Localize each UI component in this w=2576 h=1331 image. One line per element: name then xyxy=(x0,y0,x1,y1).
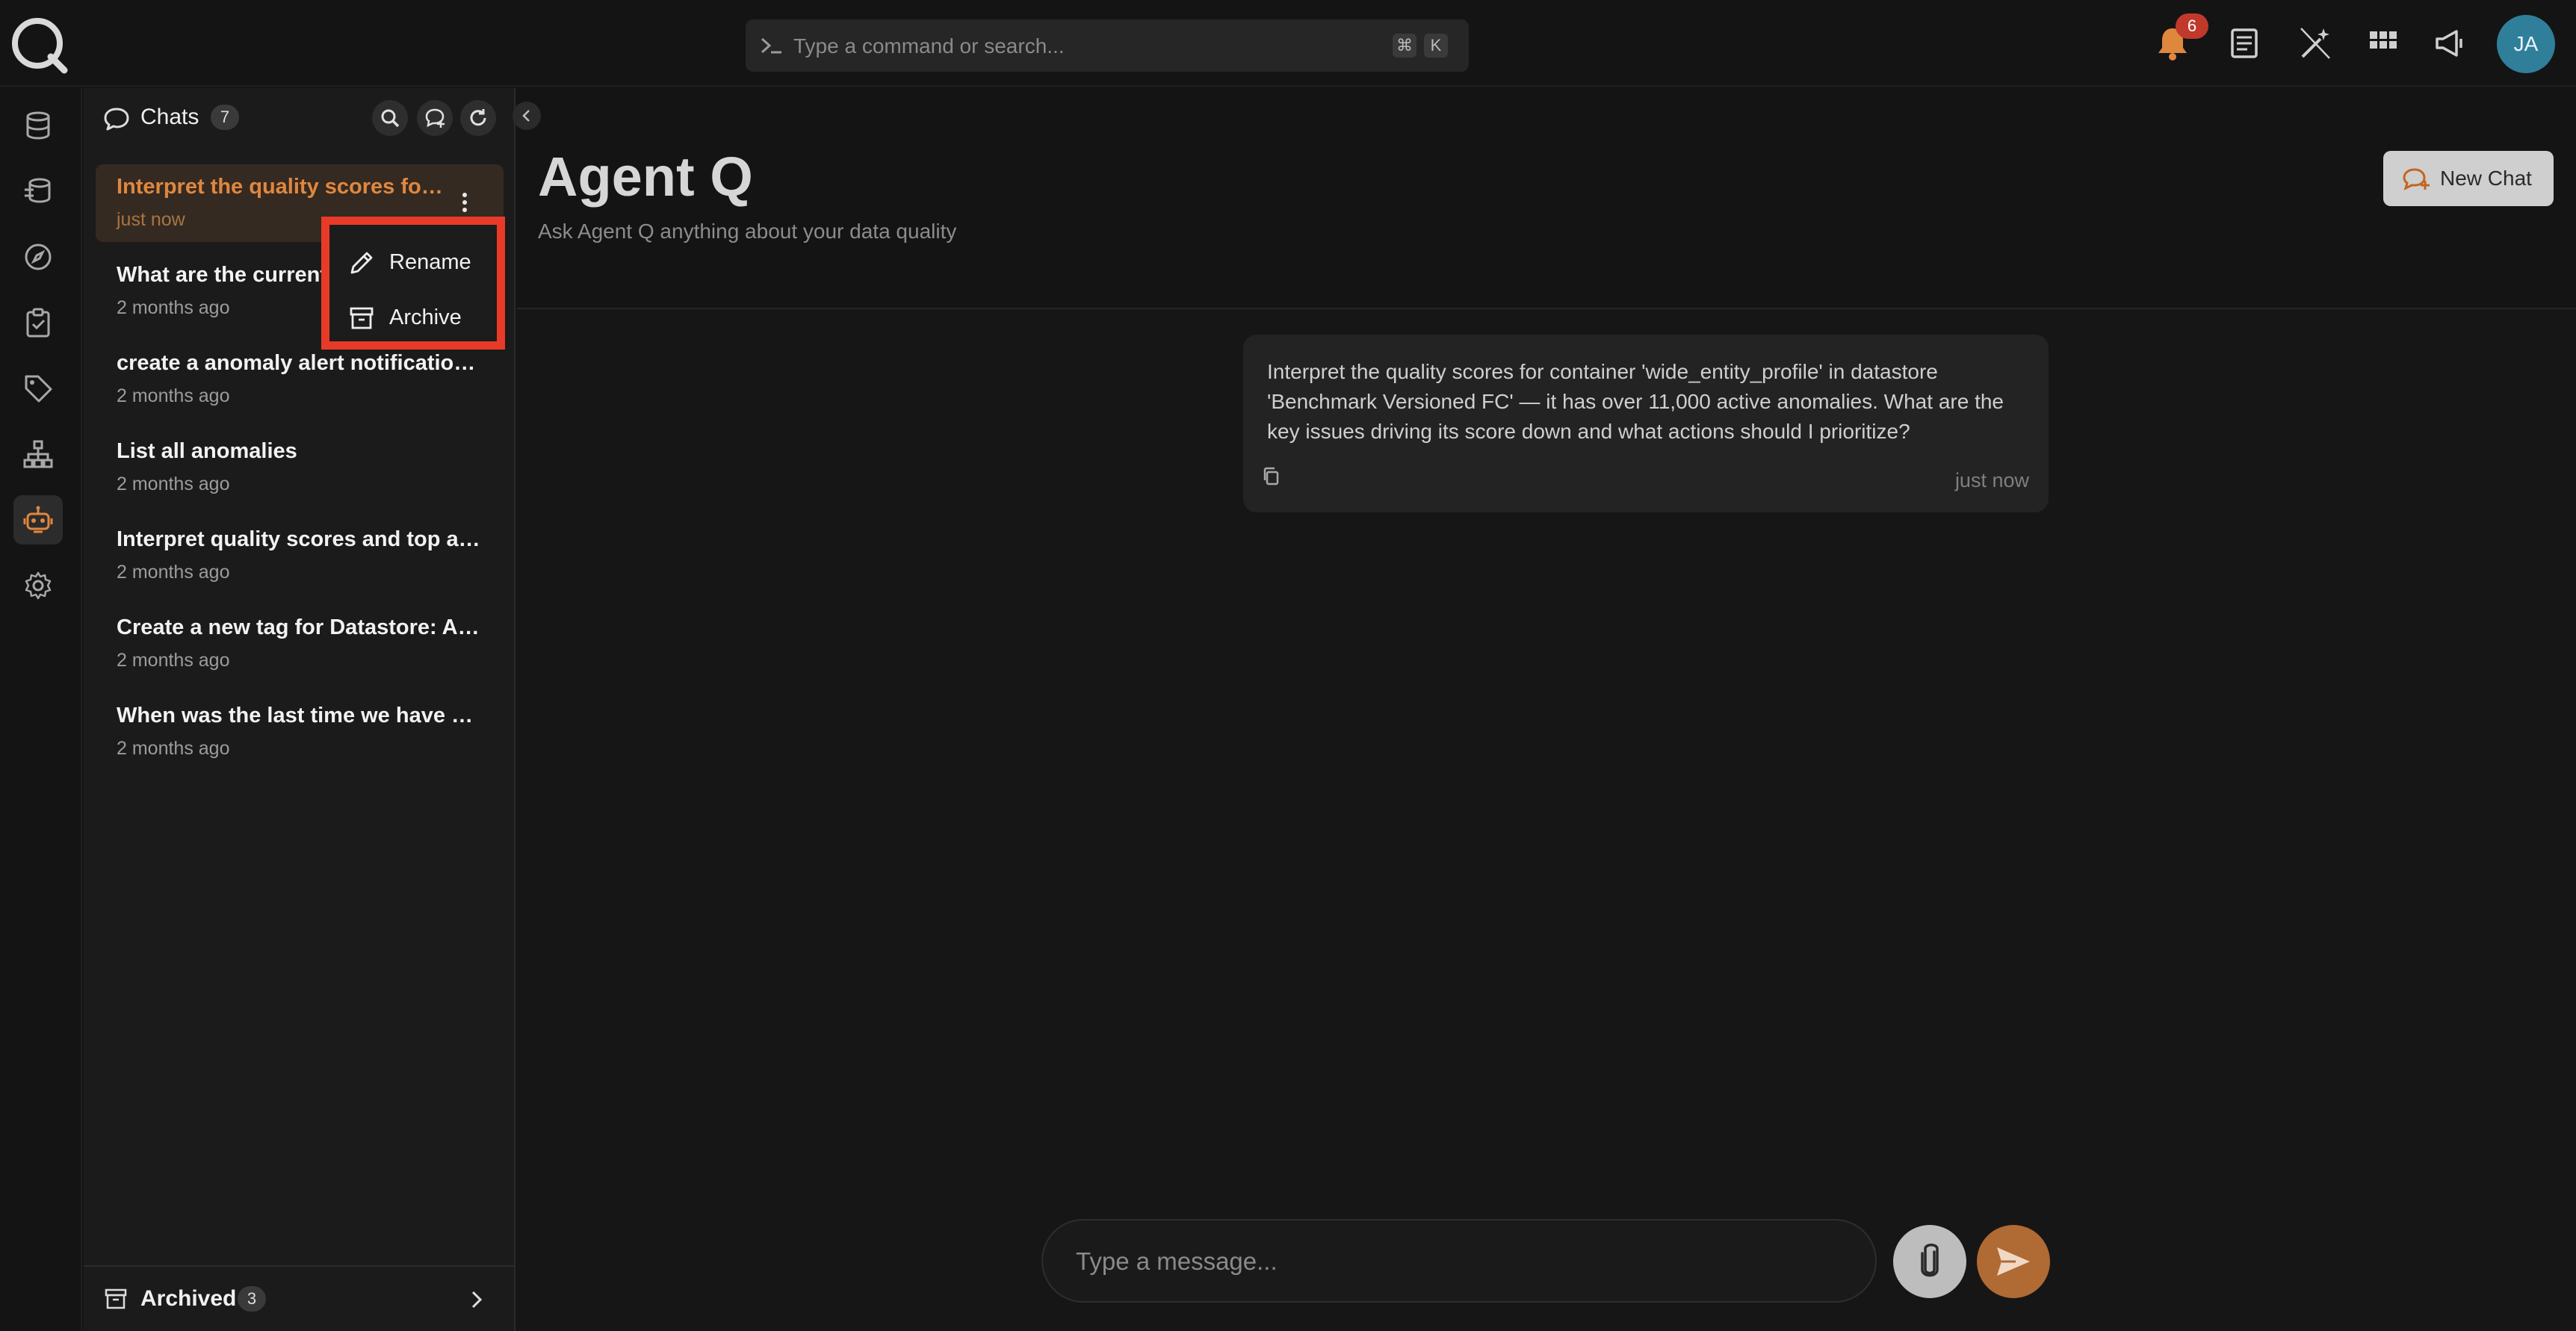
shortcut-key-k: K xyxy=(1424,34,1448,58)
app-logo[interactable] xyxy=(7,13,70,76)
tag-icon xyxy=(25,375,52,403)
chats-title: Chats xyxy=(140,105,199,129)
message-input[interactable]: Type a message... xyxy=(1041,1219,1877,1303)
chevron-right-icon xyxy=(471,1291,483,1309)
gear-icon xyxy=(25,571,52,600)
chat-title: When was the last time we have an anomal… xyxy=(117,704,483,727)
notification-count-badge: 6 xyxy=(2176,13,2208,39)
top-bar: Type a command or search... ⌘ K 6 JA xyxy=(0,0,2576,87)
new-chat-icon-button[interactable] xyxy=(417,100,453,136)
chat-list-item[interactable]: Create a new tag for Datastore: Analytic… xyxy=(96,605,504,683)
nav-tags[interactable] xyxy=(13,364,63,413)
new-chat-label: New Chat xyxy=(2440,167,2532,190)
chat-time: just now xyxy=(117,209,185,230)
chat-list-item[interactable]: List all anomalies 2 months ago xyxy=(96,429,504,506)
chat-list-item[interactable]: When was the last time we have an anomal… xyxy=(96,693,504,771)
left-nav-rail xyxy=(0,88,82,1331)
paperclip-icon xyxy=(1921,1244,1939,1277)
copy-message-button[interactable] xyxy=(1261,466,1282,487)
docs-button[interactable] xyxy=(2222,19,2267,67)
user-message-bubble: Interpret the quality scores for contain… xyxy=(1243,335,2049,512)
message-placeholder: Type a message... xyxy=(1076,1247,1278,1275)
chat-add-icon xyxy=(2403,168,2430,190)
send-message-button[interactable] xyxy=(1977,1225,2050,1298)
chat-context-menu: Rename Archive xyxy=(321,217,505,350)
database-icon xyxy=(26,111,50,140)
chat-title: List all anomalies xyxy=(117,439,297,463)
refresh-chats-button[interactable] xyxy=(460,100,496,136)
archive-label: Archive xyxy=(389,305,462,329)
page-header: Agent Q Ask Agent Q anything about your … xyxy=(517,88,2576,309)
nav-checks[interactable] xyxy=(13,298,63,347)
shortcut-key-cmd: ⌘ xyxy=(1393,34,1417,58)
message-text: Interpret the quality scores for contain… xyxy=(1267,360,2004,443)
message-time: just now xyxy=(1954,469,2029,491)
chat-time: 2 months ago xyxy=(117,297,230,318)
chats-header: Chats 7 xyxy=(84,88,515,148)
megaphone-icon xyxy=(2436,30,2462,57)
chat-list-item[interactable]: create a anomaly alert notification for … xyxy=(96,341,504,418)
archived-count-badge: 3 xyxy=(238,1286,266,1312)
command-search-bar[interactable]: Type a command or search... ⌘ K xyxy=(746,19,1469,72)
chat-time: 2 months ago xyxy=(117,650,230,671)
announcements-button[interactable] xyxy=(2428,19,2473,67)
page-title: Agent Q xyxy=(538,146,753,208)
chat-title: create a anomaly alert notification for … xyxy=(117,351,483,375)
rename-label: Rename xyxy=(389,250,471,274)
rename-menu-item[interactable]: Rename xyxy=(329,235,497,289)
nav-datastores[interactable] xyxy=(13,167,63,216)
archive-box-icon xyxy=(105,1288,127,1309)
search-chats-button[interactable] xyxy=(372,100,408,136)
clipboard-check-icon xyxy=(26,308,50,338)
attach-file-button[interactable] xyxy=(1893,1225,1966,1298)
more-vertical-icon xyxy=(462,193,467,212)
magic-button[interactable] xyxy=(2292,19,2337,67)
nav-agent-q[interactable] xyxy=(13,495,63,544)
chat-title: Create a new tag for Datastore: Analytic… xyxy=(117,615,483,639)
collapse-chats-button[interactable] xyxy=(513,102,541,130)
refresh-icon xyxy=(470,109,486,126)
archived-label: Archived xyxy=(140,1286,237,1311)
chats-count-badge: 7 xyxy=(211,105,239,130)
chat-bubble-icon xyxy=(104,108,129,131)
chat-time: 2 months ago xyxy=(117,562,230,583)
chat-title: Interpret quality scores and top anomali… xyxy=(117,527,483,551)
send-icon xyxy=(1997,1247,2030,1276)
nav-flows[interactable] xyxy=(13,429,63,479)
nav-settings[interactable] xyxy=(13,561,63,610)
magic-wand-icon xyxy=(2300,28,2330,59)
pencil-icon xyxy=(350,252,373,274)
archive-menu-item[interactable]: Archive xyxy=(329,291,497,344)
compass-icon xyxy=(25,243,52,270)
archive-box-icon xyxy=(350,307,374,329)
nav-explore[interactable] xyxy=(13,232,63,282)
user-avatar[interactable]: JA xyxy=(2497,15,2555,73)
chat-title: Interpret the quality scores for contain… xyxy=(117,175,445,199)
search-placeholder: Type a command or search... xyxy=(793,34,1065,58)
archived-chats-toggle[interactable]: Archived 3 xyxy=(84,1265,515,1331)
page-subtitle: Ask Agent Q anything about your data qua… xyxy=(538,220,957,243)
main-content: Agent Q Ask Agent Q anything about your … xyxy=(517,88,2576,1331)
chevron-left-icon xyxy=(522,110,530,122)
hierarchy-icon xyxy=(23,440,53,468)
robot-icon xyxy=(23,506,53,533)
nav-sources[interactable] xyxy=(13,101,63,150)
new-chat-button[interactable]: New Chat xyxy=(2383,151,2554,206)
apps-button[interactable] xyxy=(2361,19,2406,67)
search-icon xyxy=(381,109,400,128)
chat-time: 2 months ago xyxy=(117,385,230,406)
chat-options-button[interactable] xyxy=(451,188,478,218)
chat-add-icon xyxy=(425,108,445,128)
copy-icon xyxy=(1263,467,1279,485)
grid-icon xyxy=(2370,31,2397,49)
chat-time: 2 months ago xyxy=(117,738,230,759)
datastore-stack-icon xyxy=(25,178,51,203)
chat-list-item[interactable]: Interpret quality scores and top anomali… xyxy=(96,517,504,595)
terminal-icon xyxy=(759,34,784,57)
document-icon xyxy=(2231,28,2258,58)
chat-time: 2 months ago xyxy=(117,474,230,494)
